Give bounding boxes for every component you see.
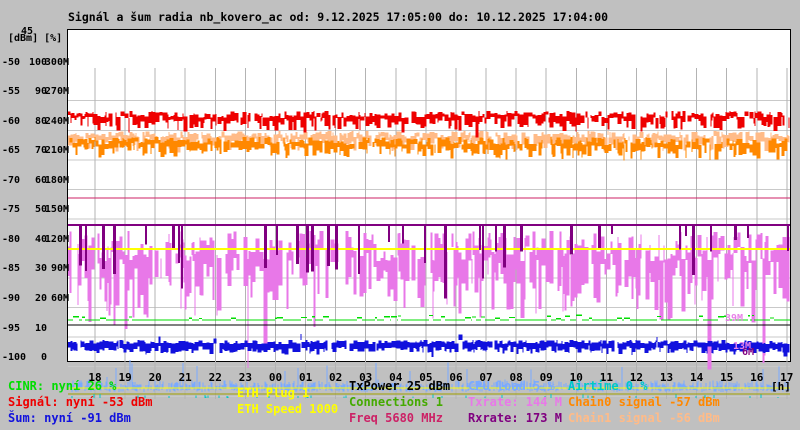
x-axis-hour-label: 22 xyxy=(208,371,222,384)
legend-cpu: CPU load 5 % xyxy=(468,379,555,393)
x-axis-hour-label: 19 xyxy=(118,371,132,384)
y-axis-label-dbm: -100 xyxy=(2,352,27,364)
legend-chain1: Chain1 signal -56 dBm xyxy=(568,411,720,425)
y-axis-label-dbm: -75 xyxy=(2,204,21,216)
legend-airtime: Airtime 0 % xyxy=(568,379,648,393)
legend-connections: Connections 1 xyxy=(349,395,443,409)
x-axis-hour-label: 15 xyxy=(720,371,734,384)
y-axis-label-rate: 90M xyxy=(50,263,69,275)
x-axis-hour-label: 23 xyxy=(238,371,253,384)
series-cinr xyxy=(68,314,790,321)
x-axis-hour-label: 21 xyxy=(178,371,192,384)
y-axis-label-dbm: -90 xyxy=(2,293,21,304)
y-axis-label-rate: 240M xyxy=(44,115,69,127)
y-axis-label-dbm: -80 xyxy=(2,233,21,245)
x-axis-hour-label: 20 xyxy=(148,371,162,384)
plot-area xyxy=(67,29,791,399)
y-axis-label-dbm: -65 xyxy=(2,145,21,157)
signal-noise-graph-page: { "title": "Signál a šum radia nb_kovero… xyxy=(0,0,800,430)
x-axis-hour-label: 14 xyxy=(689,371,704,384)
y-extra-6m: 6M xyxy=(741,347,754,358)
x-axis-unit-label: [h] xyxy=(771,380,791,393)
x-axis-hour-label: 06 xyxy=(449,371,463,384)
legend-chain0: Chain0 signal -57 dBm xyxy=(568,395,720,409)
y-axis-label-rate: 210M xyxy=(44,145,69,157)
x-axis-hour-label: 01 xyxy=(298,371,313,384)
y-axis-label-rate: 60M xyxy=(50,293,69,304)
y-axis-label-dbm: -55 xyxy=(2,86,21,98)
legend-txpower: TxPower 25 dBm xyxy=(349,379,451,393)
y-axis-label-percent: 0 xyxy=(40,352,47,364)
y-axis-label-percent: 30 xyxy=(34,263,47,275)
legend-eth-plug: ETH Plug 1 xyxy=(237,386,310,400)
y-axis-unit-label: [dBm] [%] xyxy=(8,33,63,44)
y-axis-label-rate: 300M xyxy=(44,56,69,68)
y-axis-label-rate: 270M xyxy=(44,86,69,98)
legend-rxrate: Rxrate: 173 M xyxy=(468,411,562,425)
legend-eth-speed: ETH Speed 1000 xyxy=(237,402,339,416)
y-axis-label-percent: 10 xyxy=(34,322,47,334)
legend-signal: Signál: nyní -53 dBm xyxy=(8,395,153,409)
y-axis-label-dbm: -50 xyxy=(2,56,21,68)
y-axis-label-dbm: -70 xyxy=(2,174,21,186)
y-extra-39m: 39M xyxy=(724,313,743,324)
y-axis-label-percent: 20 xyxy=(34,293,47,304)
legend-freq: Freq 5680 MHz xyxy=(349,411,443,425)
chart-canvas xyxy=(68,68,790,399)
legend-cinr: CINR: nyní 26 % xyxy=(8,379,117,393)
legend-txrate: Txrate: 144 M xyxy=(468,395,562,409)
x-axis-hour-label: 16 xyxy=(750,371,764,384)
x-axis-hour-label: 02 xyxy=(328,371,343,384)
y-axis-label-rate: 180M xyxy=(44,174,69,186)
legend-noise: Šum: nyní -91 dBm xyxy=(8,411,131,425)
y-axis-label-dbm: -60 xyxy=(2,115,21,127)
y-axis-label-rate: 120M xyxy=(44,233,69,245)
x-axis-hour-label: 13 xyxy=(659,371,674,384)
y-axis-label-dbm: -95 xyxy=(2,322,21,334)
graph-title: Signál a šum radia nb_kovero_ac od: 9.12… xyxy=(68,10,609,24)
y-axis-label-dbm: -85 xyxy=(2,263,21,275)
x-axis-hour-label: 00 xyxy=(268,371,283,384)
y-axis-label-rate: 150M xyxy=(44,204,69,216)
